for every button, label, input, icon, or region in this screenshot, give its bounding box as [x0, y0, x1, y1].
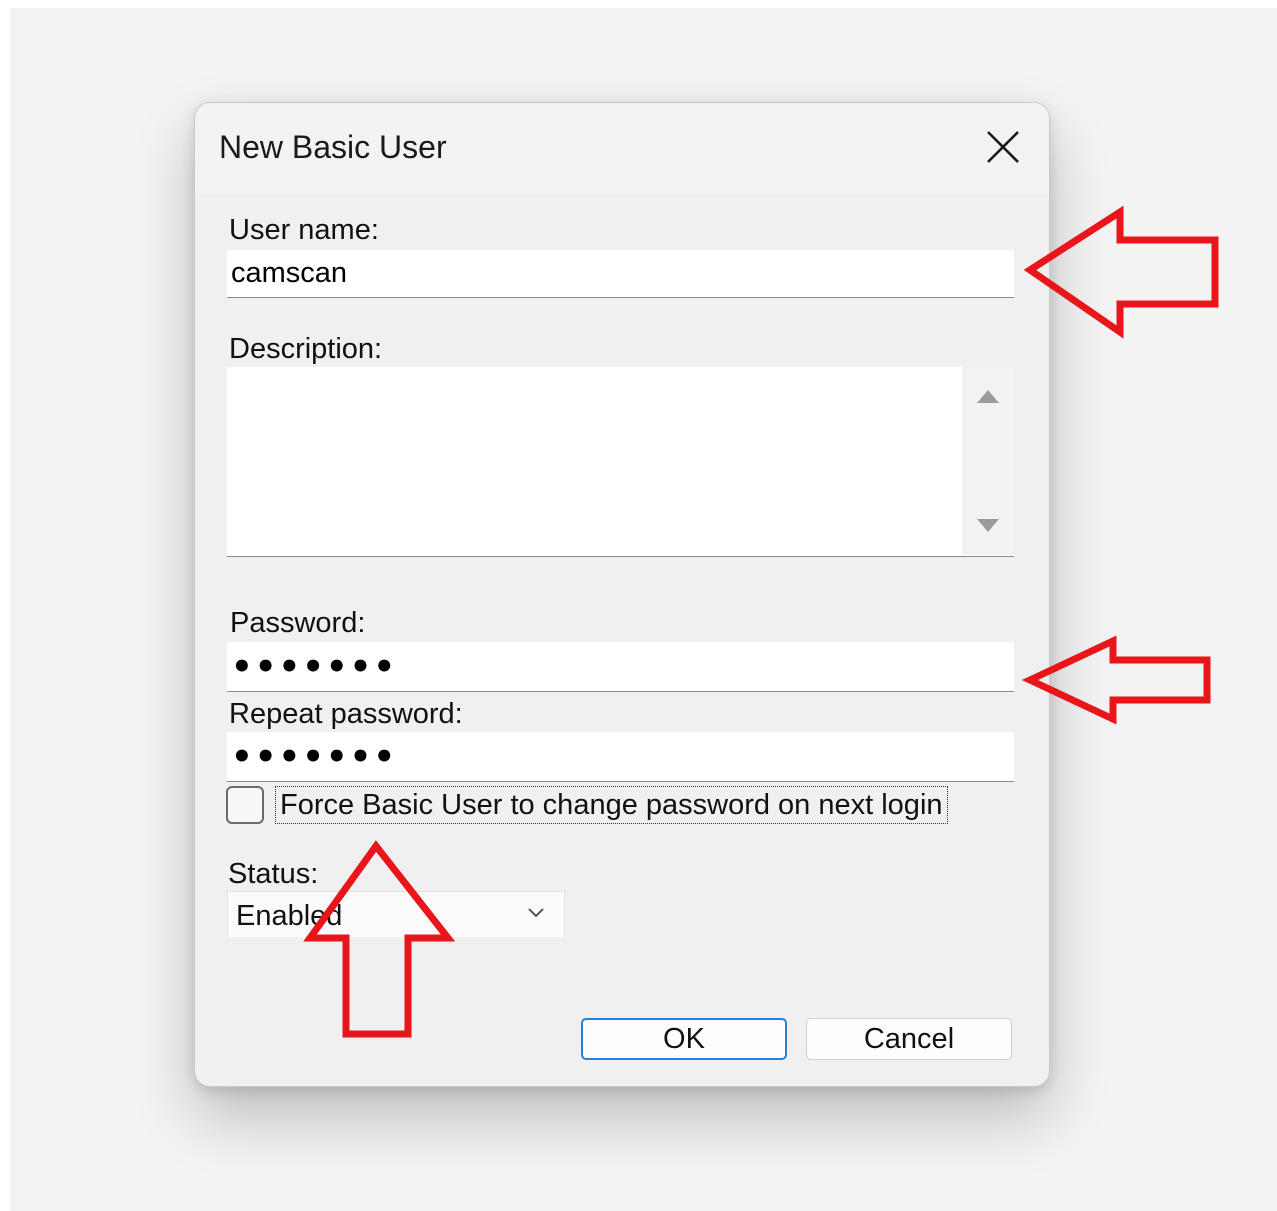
force-change-password-label[interactable]: Force Basic User to change password on n…: [275, 786, 948, 824]
scroll-up-arrow-icon[interactable]: [977, 390, 999, 403]
password-label: Password:: [230, 607, 366, 639]
title-bar: New Basic User: [195, 103, 1049, 193]
force-change-password-checkbox[interactable]: [226, 786, 264, 824]
close-button[interactable]: [981, 125, 1025, 169]
repeat-password-label: Repeat password:: [229, 698, 463, 730]
chevron-down-icon: [528, 908, 544, 918]
repeat-password-input[interactable]: •••••••: [227, 732, 1014, 782]
ok-button[interactable]: OK: [581, 1018, 787, 1060]
cancel-button[interactable]: Cancel: [806, 1018, 1012, 1060]
status-dropdown[interactable]: Enabled: [227, 891, 565, 937]
status-selected-value: Enabled: [236, 900, 343, 932]
close-icon: [987, 131, 1019, 163]
new-basic-user-dialog: New Basic User User name: Description: P…: [194, 102, 1050, 1087]
description-label: Description:: [229, 333, 383, 365]
password-input[interactable]: •••••••: [227, 642, 1014, 692]
username-input[interactable]: [227, 250, 1014, 298]
username-label: User name:: [229, 214, 379, 246]
description-scrollbar[interactable]: [962, 367, 1014, 555]
description-input[interactable]: [227, 367, 959, 555]
dialog-title: New Basic User: [219, 129, 447, 165]
status-label: Status:: [228, 858, 319, 890]
scroll-down-arrow-icon[interactable]: [977, 519, 999, 532]
description-field: [227, 367, 1014, 557]
